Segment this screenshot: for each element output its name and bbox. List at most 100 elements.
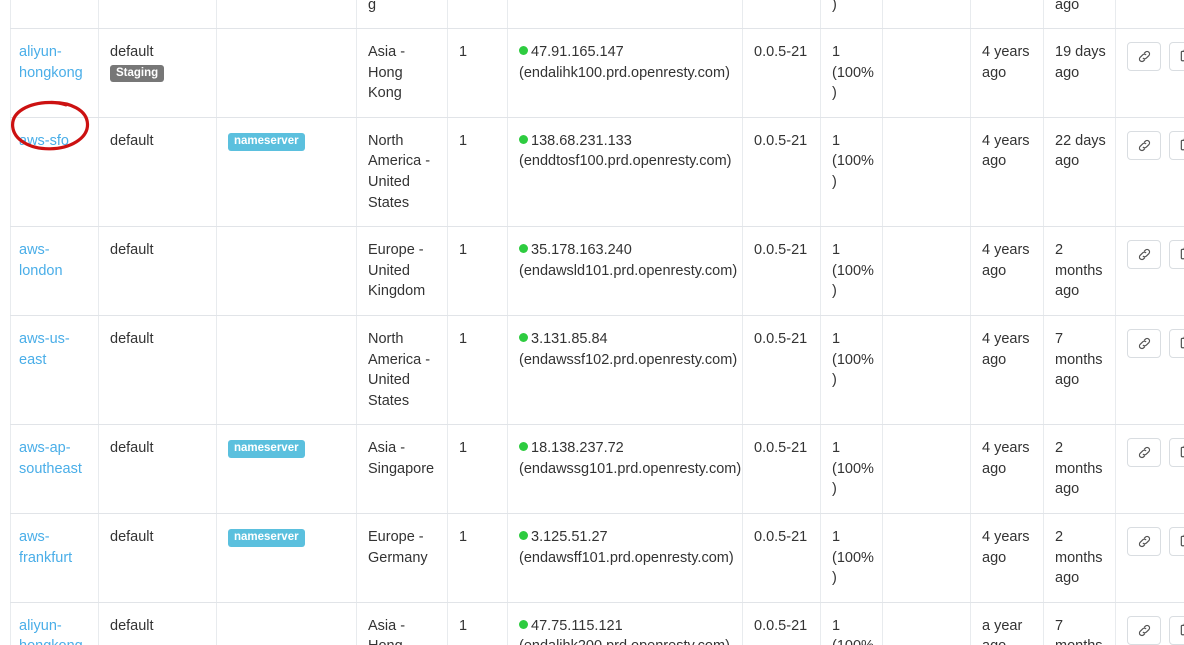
cell-actions [1115,601,1184,645]
node-name-link[interactable]: aws-us-east [19,331,70,368]
hostname: (endawssf102.prd.openresty.com) [519,351,738,368]
updated-time: months ago [1055,0,1080,13]
cell-blank [882,601,971,645]
node-name-link[interactable]: aws-frankfurt [19,529,72,566]
status-dot-icon [519,619,528,629]
cell-blank [882,28,971,118]
cell-tags: nameserver [216,512,357,603]
copy-icon-button[interactable] [1169,42,1184,72]
link-icon-button[interactable] [1127,328,1161,358]
cell-ip: 18.138.237.72 (endawssg101.prd.openresty.… [507,424,743,514]
created-time: 4 years ago [982,330,1030,368]
cell-group: default [98,226,217,316]
cell-node-name: aws-sfo [10,116,99,228]
tag-badge[interactable]: nameserver [228,528,305,547]
updated-time: 2 months ago [1055,242,1103,300]
version-text: 0.0.5-21 [754,242,808,259]
cell-updated: months ago [1043,0,1116,30]
cell-region: North America - United States [356,314,448,426]
hostname: (endalihk200.prd.openresty.com) [519,636,734,645]
cell-status: 1 (100%) [820,116,883,228]
cell-created: a year ago [970,601,1044,645]
cell-tags [216,0,357,30]
node-name-link[interactable]: aws-sfo [19,133,69,149]
status-dot-icon [519,530,528,540]
link-icon-button[interactable] [1127,526,1161,556]
cell-tags [216,28,357,118]
node-name-link[interactable]: aliyun-hongkong [19,44,83,81]
node-list-screen: shenzhen Guangdong (endalisz100.prd.openre… [0,0,1184,645]
copy-icon-button[interactable] [1169,526,1184,556]
link-icon-button[interactable] [1127,615,1161,645]
region-text: Asia - Singapore [368,440,435,477]
copy-icon-button[interactable] [1169,438,1184,468]
node-list-body: shenzhen Guangdong (endalisz100.prd.openre… [10,0,1184,645]
cell-version: 0.0.5-21 [742,226,821,316]
tag-badge[interactable]: nameserver [228,132,305,151]
cell-node-name: aliyun-hongkong-2 [10,601,99,645]
cell-count [447,0,508,30]
table-row: aws-sfo default nameserver North America - … [10,116,1184,228]
instance-count: 1 [459,132,468,149]
cell-group: default [98,314,217,426]
tag-badge[interactable]: Staging [110,64,165,83]
link-icon-button[interactable] [1127,438,1161,468]
cell-version: 0.0.5-21 [742,512,821,603]
link-icon-button[interactable] [1127,130,1161,160]
cell-updated: 22 days ago [1043,116,1116,228]
cell-node-name: aws-ap-southeast [10,424,99,514]
cell-region: Asia - Hong Kong [356,28,448,118]
hostname: (endawssg101.prd.openresty.com) [519,460,742,477]
cell-actions [1115,512,1184,603]
updated-time: 2 months ago [1055,440,1103,498]
cell-actions [1115,116,1184,228]
cell-updated: 7 months ago [1043,314,1116,426]
status-dot-icon [519,244,528,254]
instance-count: 1 [459,440,468,457]
tag-badge[interactable]: nameserver [228,440,305,458]
hostname: (endawsff101.prd.openresty.com) [519,549,734,566]
ip-address: 3.131.85.84 [531,330,608,347]
version-text: 0.0.5-21 [754,330,808,347]
cell-created: 4 years ago [970,512,1044,603]
link-icon-button[interactable] [1127,42,1161,72]
link-icon-button[interactable] [1127,240,1161,270]
link-icon [1138,337,1151,349]
copy-icon-button[interactable] [1169,328,1184,358]
region-text: Asia - Hong Kong [368,617,406,645]
copy-icon [1180,623,1184,636]
cell-count: 1 [447,424,508,514]
node-name-link[interactable]: aws-london [19,242,63,279]
group-label: default [110,528,154,545]
copy-icon [1180,534,1184,547]
table-row: aliyun-hongkong-2 default Asia - Hong Kong… [10,601,1184,645]
cell-ip: 3.131.85.84 (endawssf102.prd.openresty.co… [507,314,743,426]
cell-group: default [98,116,217,228]
created-time: 4 years ago [982,440,1030,477]
copy-icon-button[interactable] [1169,130,1184,160]
ip-address: 138.68.231.133 [531,132,632,149]
cell-updated: 2 months ago [1043,512,1116,603]
cell-version [742,0,821,30]
cell-group: default [98,512,217,603]
copy-icon-button[interactable] [1169,615,1184,645]
cell-ip: 3.125.51.27 (endawsff101.prd.openresty.co… [507,512,743,603]
ip-address: 47.91.165.147 [531,44,624,61]
copy-icon-button[interactable] [1169,240,1184,270]
version-text: 0.0.5-21 [754,132,808,149]
ip-line: 3.125.51.27 [519,527,734,548]
node-name-link[interactable]: aliyun-hongkong-2 [19,618,88,645]
hostname: (enddtosf100.prd.openresty.com) [519,153,732,170]
row-action-buttons [1127,42,1184,72]
link-icon [1138,249,1151,261]
cell-created: 4 years ago [970,28,1044,118]
node-name-link[interactable]: aws-ap-southeast [19,440,82,477]
copy-icon [1180,336,1184,349]
cell-node-name: aws-frankfurt [10,512,99,603]
sync-status: 1 (100%) [832,242,874,300]
cell-status: 1 (100%) [820,601,883,645]
cell-status: 1 (100%) [820,28,883,118]
updated-time: 22 days ago [1055,132,1106,170]
copy-icon [1180,445,1184,458]
cell-updated: 2 months ago [1043,226,1116,316]
